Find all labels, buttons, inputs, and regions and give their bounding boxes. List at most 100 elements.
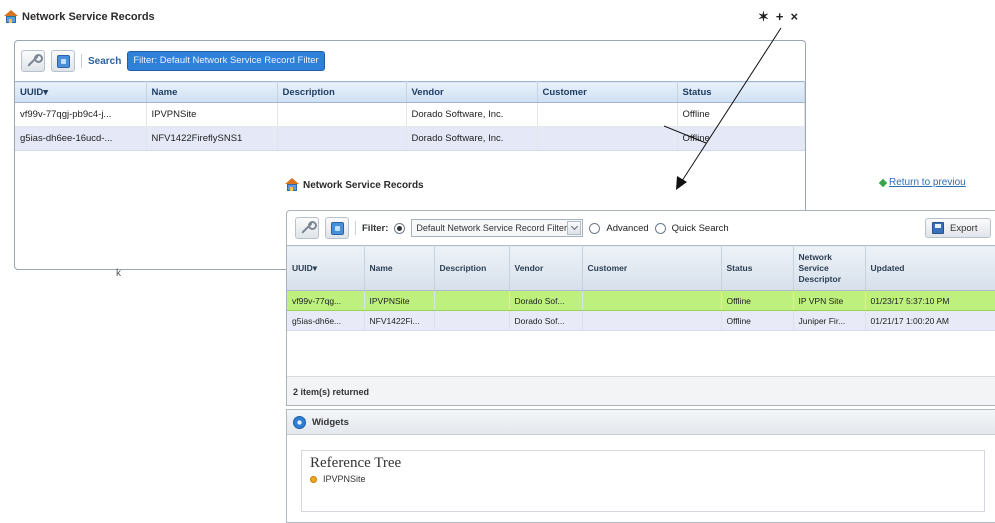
home-icon (285, 178, 299, 192)
filter-select-value: Default Network Service Record Filter (416, 223, 567, 233)
wrench-icon (301, 221, 317, 234)
return-to-previous-link[interactable]: Return to previou (878, 177, 966, 188)
toolbar-divider (355, 221, 356, 235)
refresh-icon (56, 54, 70, 68)
return-link-label: Return to previou (889, 177, 966, 188)
cell-vendor: Dorado Sof... (509, 290, 583, 311)
cell-descriptor: IP VPN Site (793, 290, 866, 311)
widgets-icon (293, 415, 306, 429)
filter-chip[interactable]: Filter: Default Network Service Record F… (127, 51, 325, 71)
cell-name: IPVPNSite (146, 102, 278, 127)
cell-description (277, 102, 407, 127)
close-icon[interactable]: × (791, 10, 799, 26)
cell-uuid: vf99v-77qg... (287, 290, 365, 311)
widgets-header[interactable]: Widgets (287, 410, 995, 435)
tree-node-label: IPVPNSite (323, 474, 366, 484)
node-bullet-icon (310, 475, 317, 483)
return-arrow-icon (878, 178, 888, 187)
chevron-down-icon[interactable] (567, 221, 582, 235)
cell-status: Offline (721, 290, 794, 311)
column-header-uuid[interactable]: UUID▾ (15, 81, 147, 103)
cell-uuid: g5ias-dh6e... (287, 310, 365, 331)
cell-status: Offline (677, 126, 805, 151)
back-toolbar: Search Filter: Default Network Service R… (15, 41, 805, 81)
table-header-row: UUID▾ Name Description Vendor Customer S… (287, 245, 995, 291)
cursor-mark: k (116, 268, 121, 279)
tree-node[interactable]: IPVPNSite (310, 474, 976, 484)
column-header-status[interactable]: Status (721, 245, 794, 291)
back-header: Network Service Records (4, 7, 155, 27)
cell-name: NFV1422FireflySNS1 (146, 126, 278, 151)
front-records-panel: Filter: Default Network Service Record F… (286, 210, 995, 406)
cell-descriptor: Juniper Fir... (793, 310, 866, 331)
column-header-name[interactable]: Name (146, 81, 278, 103)
save-icon (932, 222, 944, 234)
cell-customer (537, 126, 678, 151)
column-header-uuid[interactable]: UUID▾ (287, 245, 365, 291)
cell-description (434, 310, 510, 331)
back-window-tools: ✶ + × (758, 10, 798, 26)
advanced-label[interactable]: Advanced (606, 223, 648, 234)
column-header-descriptor[interactable]: Network Service Descriptor (793, 245, 866, 291)
table-row-selected[interactable]: vf99v-77qg... IPVPNSite Dorado Sof... Of… (287, 290, 995, 311)
refresh-icon (330, 221, 344, 235)
cell-vendor: Dorado Sof... (509, 310, 583, 331)
filter-label: Filter: (362, 222, 389, 234)
table-row[interactable]: g5ias-dh6e... NFV1422Fi... Dorado Sof...… (287, 310, 995, 331)
quick-search-radio[interactable] (654, 222, 666, 234)
advanced-radio[interactable] (589, 222, 601, 234)
column-header-description[interactable]: Description (434, 245, 510, 291)
column-header-description[interactable]: Description (277, 81, 407, 103)
cell-name: NFV1422Fi... (364, 310, 435, 331)
toolbar-divider (81, 54, 82, 68)
refresh-button[interactable] (325, 217, 349, 239)
column-header-updated[interactable]: Updated (865, 245, 995, 291)
cell-vendor: Dorado Software, Inc. (406, 102, 538, 127)
column-header-name[interactable]: Name (364, 245, 435, 291)
search-label[interactable]: Search (88, 56, 121, 67)
column-header-vendor[interactable]: Vendor (509, 245, 583, 291)
home-icon (4, 10, 18, 24)
filter-select[interactable]: Default Network Service Record Filter (411, 219, 584, 237)
cell-status: Offline (677, 102, 805, 127)
cell-vendor: Dorado Software, Inc. (406, 126, 538, 151)
cell-updated: 01/23/17 5:37:10 PM (865, 290, 995, 311)
cell-uuid: vf99v-77qgj-pb9c4-j... (15, 102, 147, 127)
front-records-table: UUID▾ Name Description Vendor Customer S… (287, 245, 995, 331)
front-header: Network Service Records (285, 178, 430, 192)
widgets-panel: Widgets Reference Tree IPVPNSite (286, 409, 995, 523)
cell-customer (582, 290, 722, 311)
settings-button[interactable] (295, 217, 319, 239)
cell-name: IPVPNSite (364, 290, 435, 311)
items-returned-bar: 2 item(s) returned (287, 376, 995, 405)
widgets-label: Widgets (312, 416, 349, 428)
cell-description (434, 290, 510, 311)
front-page-title: Network Service Records (303, 179, 424, 191)
back-page-title: Network Service Records (22, 11, 155, 23)
wrench-icon[interactable]: ✶ (758, 10, 769, 26)
table-row[interactable]: vf99v-77qgj-pb9c4-j... IPVPNSite Dorado … (15, 102, 805, 127)
cell-status: Offline (721, 310, 794, 331)
table-row[interactable]: g5ias-dh6ee-16ucd-... NFV1422FireflySNS1… (15, 126, 805, 151)
export-label: Export (950, 222, 978, 234)
cell-description (277, 126, 407, 151)
reference-tree: Reference Tree IPVPNSite (301, 450, 985, 512)
items-returned-count: 2 item(s) returned (293, 387, 370, 397)
wrench-icon (27, 54, 43, 67)
front-toolbar: Filter: Default Network Service Record F… (287, 211, 995, 245)
column-header-customer[interactable]: Customer (582, 245, 722, 291)
quick-search-label[interactable]: Quick Search (672, 223, 729, 234)
back-records-table: UUID▾ Name Description Vendor Customer S… (15, 81, 805, 151)
column-header-vendor[interactable]: Vendor (406, 81, 538, 103)
settings-button[interactable] (21, 50, 45, 72)
export-button[interactable]: Export (925, 218, 991, 238)
cell-updated: 01/21/17 1:00:20 AM (865, 310, 995, 331)
cell-uuid: g5ias-dh6ee-16ucd-... (15, 126, 147, 151)
column-header-customer[interactable]: Customer (537, 81, 678, 103)
reference-tree-title: Reference Tree (310, 455, 402, 471)
column-header-status[interactable]: Status (677, 81, 805, 103)
plus-icon[interactable]: + (776, 10, 784, 26)
cell-customer (582, 310, 722, 331)
refresh-button[interactable] (51, 50, 75, 72)
filter-radio[interactable] (394, 222, 406, 234)
